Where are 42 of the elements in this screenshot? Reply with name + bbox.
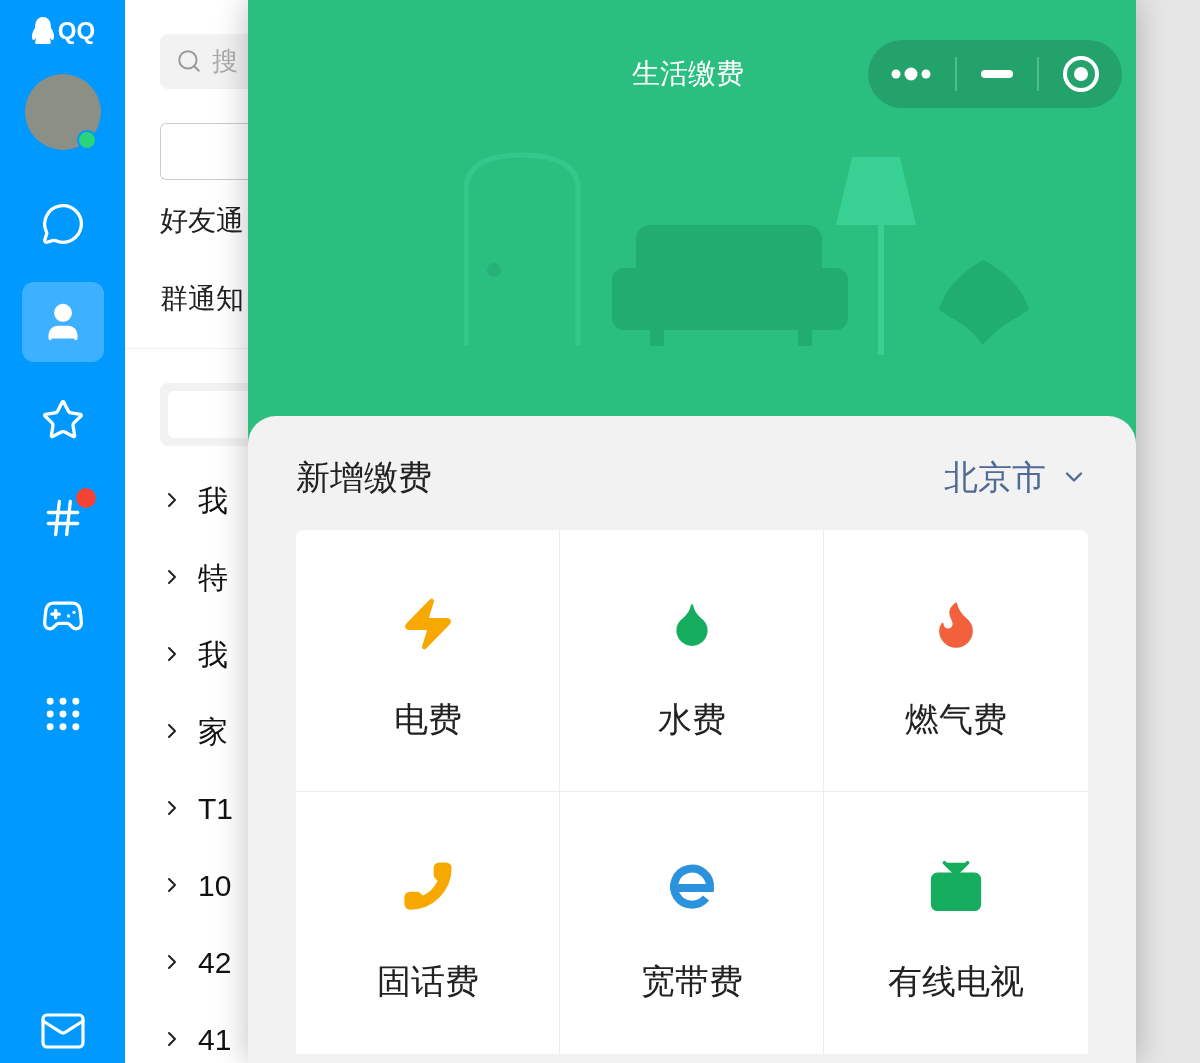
service-tile[interactable]: 燃气费 (824, 530, 1088, 792)
minimize-icon[interactable] (981, 70, 1013, 78)
group-row[interactable]: 41 (160, 1015, 248, 1063)
group-row[interactable]: 10 (160, 861, 248, 909)
city-selector[interactable]: 北京市 (944, 451, 1088, 503)
more-dots-icon[interactable] (889, 66, 932, 82)
service-tile[interactable]: 水费 (560, 530, 824, 792)
service-tile[interactable]: 宽带费 (560, 792, 824, 1054)
notice-entry[interactable]: 群通知 (160, 279, 248, 318)
penguin-icon (29, 16, 56, 46)
group-row[interactable]: 我 (160, 476, 248, 524)
group-name: 特 (198, 559, 228, 596)
page-title: 生活缴费 (632, 57, 744, 91)
group-row[interactable]: 我 (160, 630, 248, 678)
service-label: 水费 (657, 699, 726, 740)
notice-entry[interactable]: 好友通 (160, 201, 248, 240)
group-row[interactable]: 家 (160, 707, 248, 755)
service-tile[interactable]: 电费 (296, 530, 560, 792)
group-name: 家 (198, 713, 228, 750)
group-row[interactable]: 特 (160, 553, 248, 601)
service-tile[interactable]: 固话费 (296, 792, 560, 1054)
close-target-icon[interactable] (1062, 55, 1101, 93)
search-placeholder: 搜 (212, 44, 238, 78)
service-label: 宽带费 (640, 961, 743, 1002)
service-label: 有线电视 (888, 961, 1024, 1002)
sidebar-tab[interactable] (21, 282, 104, 362)
group-name: 我 (198, 482, 228, 519)
group-row[interactable]: 42 (160, 938, 248, 986)
service-label: 电费 (393, 699, 462, 740)
group-name: 10 (198, 867, 232, 904)
group-name: 41 (198, 1021, 232, 1058)
group-row[interactable]: T1 (160, 784, 248, 832)
app-logo-text: QQ (57, 19, 96, 43)
group-name: 42 (198, 944, 232, 981)
group-name: 我 (198, 636, 228, 673)
service-tile[interactable]: 有线电视 (824, 792, 1088, 1054)
service-label: 燃气费 (905, 699, 1007, 740)
search-icon (176, 48, 202, 75)
chat-bubble-icon (40, 202, 85, 246)
group-name: T1 (198, 790, 233, 827)
service-label: 固话费 (376, 961, 479, 1002)
section-title: 新增缴费 (296, 456, 432, 498)
